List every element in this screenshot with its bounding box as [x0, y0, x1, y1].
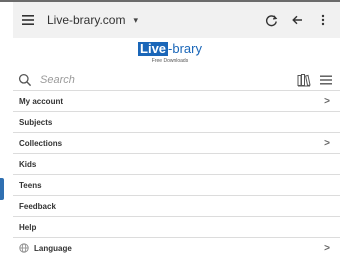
globe-icon — [19, 243, 29, 253]
back-arrow-svg — [291, 15, 302, 25]
logo-brary-text: -brary — [168, 41, 202, 56]
chevron-right-icon: > — [324, 95, 330, 107]
nav-item-subjects[interactable]: Subjects — [13, 112, 340, 133]
nav-item-kids[interactable]: Kids — [13, 154, 340, 175]
nav-item-label: Collections — [19, 138, 63, 148]
nav-item-label: Feedback — [19, 201, 56, 211]
nav-item-label: Teens — [19, 180, 42, 190]
browser-toolbar: Live-brary.com ▾ — [13, 2, 340, 38]
hamburger-menu-svg — [22, 15, 34, 25]
back-arrow-icon[interactable] — [286, 9, 308, 31]
nav-item-teens[interactable]: Teens — [13, 175, 340, 196]
logo-wordmark: Live -brary — [138, 42, 202, 56]
nav-item-feedback[interactable]: Feedback — [13, 196, 340, 217]
chevron-right-icon: > — [324, 137, 330, 149]
chevron-right-icon: > — [324, 242, 330, 254]
caret-down-icon[interactable]: ▾ — [133, 15, 138, 26]
nav-item-help[interactable]: Help — [13, 217, 340, 238]
nav-item-label: Help — [19, 222, 37, 232]
reload-icon[interactable] — [260, 9, 282, 31]
logo-area: Live -brary Free Downloads — [0, 42, 340, 72]
nav-item-my-account[interactable]: My account > — [13, 91, 340, 112]
nav-item-language[interactable]: Language > — [13, 238, 340, 257]
left-edge-indicator — [0, 178, 4, 200]
hamburger-menu-icon[interactable] — [17, 9, 39, 31]
list-menu-icon[interactable] — [319, 73, 333, 87]
search-icon[interactable] — [18, 73, 32, 87]
vertical-dots-svg — [321, 14, 325, 26]
search-input[interactable]: Search — [40, 74, 75, 86]
page: Live-brary.com ▾ Live -brary Free Downlo… — [0, 0, 340, 257]
logo-tagline: Free Downloads — [151, 58, 189, 64]
reload-svg — [265, 14, 277, 26]
site-title[interactable]: Live-brary.com — [47, 13, 125, 27]
nav-item-collections[interactable]: Collections > — [13, 133, 340, 154]
nav-item-label: My account — [19, 96, 64, 106]
nav-list: My account > Subjects Collections > Kids… — [13, 91, 340, 257]
live-brary-logo[interactable]: Live -brary Free Downloads — [138, 42, 202, 64]
logo-live-text: Live — [138, 41, 169, 56]
nav-item-label: Kids — [19, 159, 37, 169]
library-books-icon[interactable] — [297, 73, 311, 87]
nav-item-label: Subjects — [19, 117, 53, 127]
nav-item-label: Language — [34, 243, 72, 253]
vertical-dots-icon[interactable] — [312, 9, 334, 31]
search-row: Search — [18, 70, 340, 90]
